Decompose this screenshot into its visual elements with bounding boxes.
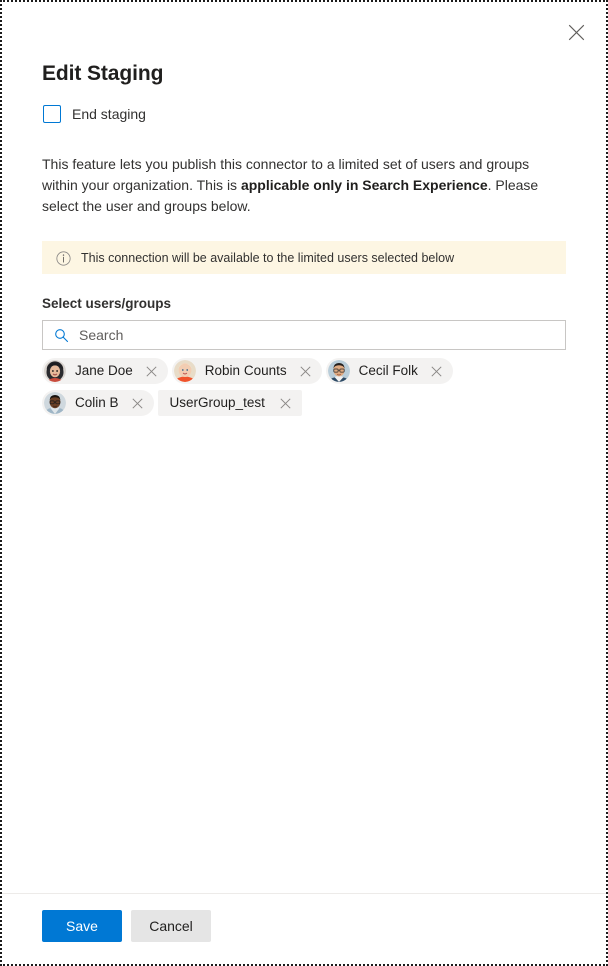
chip-jane-doe[interactable]: Jane Doe: [42, 358, 168, 384]
selected-people-list: Jane Doe Robin Counts Cecil Folk Colin B…: [42, 358, 566, 416]
info-icon: [56, 251, 71, 271]
chip-remove-button[interactable]: [426, 360, 448, 382]
footer-button-group: Save Cancel: [42, 910, 566, 942]
panel-footer: Save Cancel: [2, 893, 606, 964]
checkbox-box[interactable]: [43, 105, 61, 123]
people-picker-label: Select users/groups: [42, 296, 172, 311]
chip-remove-button[interactable]: [275, 392, 297, 414]
people-picker-searchbox[interactable]: [42, 320, 566, 350]
panel-body: Edit Staging End staging This feature le…: [2, 2, 606, 893]
info-message-bar: This connection will be available to the…: [42, 241, 566, 274]
chip-colin-b[interactable]: Colin B: [42, 390, 154, 416]
chip-robin-counts[interactable]: Robin Counts: [171, 358, 322, 384]
avatar: [44, 360, 66, 382]
chip-label: UserGroup_test: [169, 395, 265, 410]
avatar: [44, 392, 66, 414]
description-text: This feature lets you publish this conne…: [42, 154, 566, 217]
chip-remove-button[interactable]: [127, 392, 149, 414]
end-staging-checkbox[interactable]: End staging: [43, 105, 146, 123]
search-icon: [54, 328, 69, 343]
chip-remove-button[interactable]: [295, 360, 317, 382]
chip-label: Jane Doe: [75, 363, 133, 378]
search-input[interactable]: [79, 321, 557, 349]
chip-label: Cecil Folk: [358, 363, 418, 378]
end-staging-label: End staging: [72, 106, 146, 122]
chip-label: Robin Counts: [204, 363, 287, 378]
close-icon: [146, 365, 157, 377]
close-icon: [132, 397, 143, 409]
chip-usergroup-test[interactable]: UserGroup_test: [157, 390, 302, 416]
avatar: [173, 360, 196, 382]
chip-label: Colin B: [75, 395, 119, 410]
page-title: Edit Staging: [42, 62, 164, 85]
description-emphasis: applicable only in Search Experience: [240, 177, 488, 193]
close-icon-button[interactable]: [560, 16, 592, 48]
avatar: [327, 360, 350, 382]
chip-remove-button[interactable]: [141, 360, 163, 382]
chip-cecil-folk[interactable]: Cecil Folk: [325, 358, 453, 384]
cancel-button[interactable]: Cancel: [131, 910, 211, 942]
close-icon: [431, 365, 442, 377]
save-button[interactable]: Save: [42, 910, 122, 942]
close-icon: [300, 365, 311, 377]
close-icon: [568, 24, 584, 40]
info-message-text: This connection will be available to the…: [81, 251, 455, 265]
close-icon: [280, 397, 291, 409]
edit-staging-panel: Edit Staging End staging This feature le…: [0, 0, 608, 966]
